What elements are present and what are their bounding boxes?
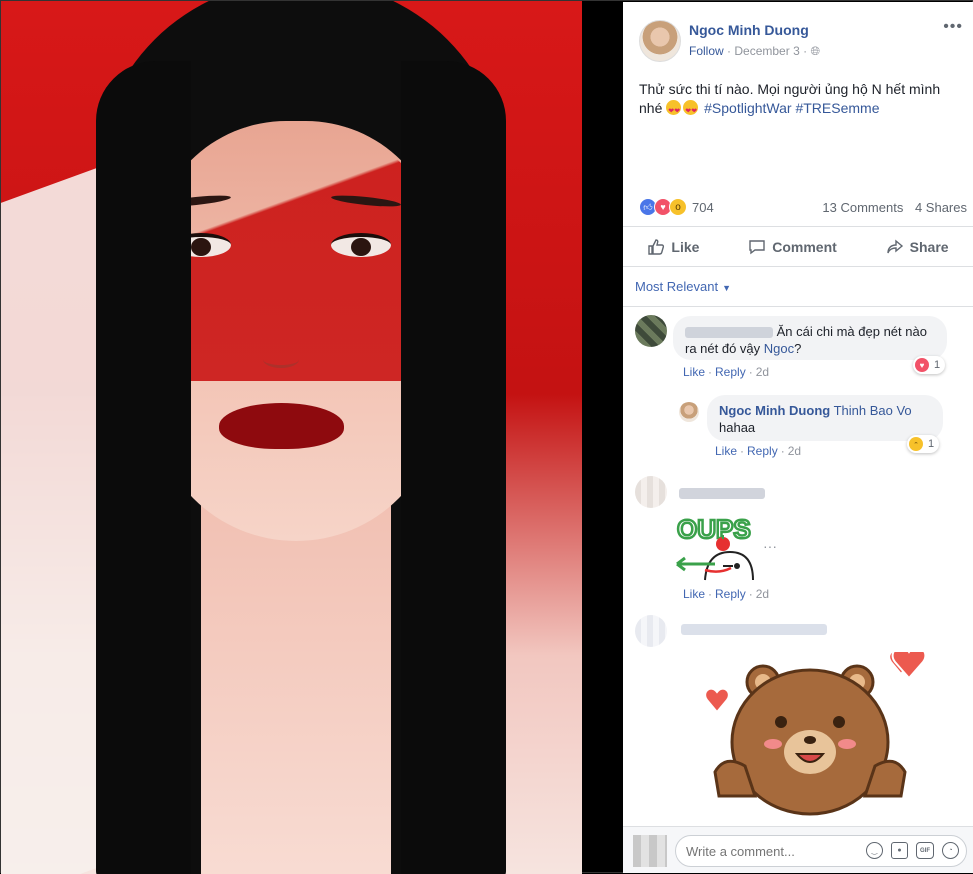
engagement-counts: 13 Comments 4 Shares bbox=[814, 200, 967, 215]
heart-eyes-emoji-icon bbox=[683, 100, 699, 121]
commenter-avatar[interactable] bbox=[635, 315, 667, 347]
hashtag-link[interactable]: #SpotlightWar bbox=[704, 100, 791, 116]
comment-actions: Like · Reply · 2d bbox=[683, 365, 770, 379]
comment-like-link[interactable]: Like bbox=[683, 365, 705, 379]
post-photo[interactable] bbox=[1, 1, 582, 874]
comment-bubble: Ăn cái chi mà đẹp nét nào ra nét đó vậy … bbox=[673, 316, 947, 360]
divider bbox=[623, 226, 973, 227]
reply-author-name[interactable]: Ngoc Minh Duong bbox=[719, 403, 830, 418]
comment-button[interactable]: Comment bbox=[748, 238, 837, 256]
caret-down-icon: ▼ bbox=[722, 283, 732, 293]
more-options-icon[interactable]: ••• bbox=[943, 18, 963, 36]
haha-reaction-icon: ᵔ bbox=[909, 437, 923, 451]
oups-sticker[interactable]: OUPS bbox=[675, 508, 755, 582]
current-user-avatar bbox=[633, 835, 667, 867]
mention-link[interactable]: Thinh Bao Vo bbox=[834, 403, 912, 418]
reaction-summary[interactable]: 👍︎ ♥ o 704 bbox=[639, 198, 714, 216]
post-text: Thử sức thi tí nào. Mọi người ủng hộ N h… bbox=[639, 80, 964, 121]
photo-nose bbox=[263, 351, 299, 368]
reply-reply-link[interactable]: Reply bbox=[747, 444, 778, 458]
commenter-avatar[interactable] bbox=[635, 476, 667, 508]
share-arrow-icon bbox=[886, 238, 904, 256]
gif-icon[interactable]: GIF bbox=[916, 842, 934, 859]
post-date[interactable]: December 3 bbox=[734, 44, 799, 58]
share-button[interactable]: Share bbox=[886, 238, 949, 256]
reply-author-avatar[interactable] bbox=[679, 402, 699, 422]
author-avatar[interactable] bbox=[639, 20, 681, 62]
heart-eyes-emoji-icon bbox=[666, 100, 682, 121]
emoji-icon[interactable]: ‿ bbox=[866, 842, 883, 859]
author-name[interactable]: Ngoc Minh Duong bbox=[689, 22, 809, 38]
love-reaction-icon: ♥ bbox=[915, 358, 929, 372]
blurred-commenter-name[interactable] bbox=[681, 624, 827, 635]
blurred-commenter-name[interactable] bbox=[685, 327, 773, 339]
hashtag-link[interactable]: #TRESemme bbox=[795, 100, 879, 116]
comment-reply-link[interactable]: Reply bbox=[715, 587, 746, 601]
photo-lips bbox=[219, 403, 344, 449]
composer-tools: ‿ ● GIF ◔ bbox=[866, 842, 959, 859]
globe-icon: 🌐︎ bbox=[810, 44, 821, 58]
action-bar: Like Comment Share bbox=[623, 228, 973, 266]
comment-sort-dropdown[interactable]: Most Relevant ▼ bbox=[635, 279, 731, 294]
comments-count[interactable]: 13 Comments bbox=[822, 200, 903, 215]
photo-hair-right bbox=[401, 61, 506, 874]
comment-time[interactable]: 2d bbox=[756, 587, 769, 601]
comment-composer: ‿ ● GIF ◔ bbox=[623, 826, 973, 873]
post-meta: Follow · December 3 · 🌐︎ bbox=[689, 44, 821, 58]
divider bbox=[623, 266, 973, 267]
mention-link[interactable]: Ngoc bbox=[764, 341, 794, 356]
svg-text:OUPS: OUPS bbox=[677, 514, 751, 544]
post-viewer: Ngoc Minh Duong Follow · December 3 · 🌐︎… bbox=[0, 0, 973, 874]
photo-hair-left bbox=[96, 61, 191, 874]
comment-actions: Like · Reply · 2d bbox=[683, 587, 770, 601]
reply-actions: Like · Reply · 2d bbox=[715, 444, 802, 458]
speech-bubble-icon bbox=[748, 238, 766, 256]
comment-reply-link[interactable]: Reply bbox=[715, 365, 746, 379]
reply-bubble: Ngoc Minh Duong Thinh Bao Vo hahaa bbox=[707, 395, 943, 441]
bear-sticker[interactable] bbox=[685, 646, 935, 827]
follow-link[interactable]: Follow bbox=[689, 44, 724, 58]
sticker-more-icon[interactable]: ··· bbox=[763, 538, 777, 554]
commenter-avatar[interactable] bbox=[635, 615, 667, 647]
comment-time[interactable]: 2d bbox=[756, 365, 769, 379]
reply-reaction-badge[interactable]: ᵔ 1 bbox=[907, 435, 940, 453]
divider bbox=[623, 306, 973, 307]
comment-reaction-badge[interactable]: ♥ 1 bbox=[913, 356, 946, 374]
blurred-commenter-name[interactable] bbox=[679, 488, 765, 499]
post-panel: Ngoc Minh Duong Follow · December 3 · 🌐︎… bbox=[623, 2, 973, 873]
reply-like-link[interactable]: Like bbox=[715, 444, 737, 458]
photo-eye bbox=[331, 233, 391, 257]
sticker-icon[interactable]: ◔ bbox=[942, 842, 959, 859]
shares-count[interactable]: 4 Shares bbox=[915, 200, 967, 215]
reaction-count: 704 bbox=[692, 199, 714, 215]
camera-icon[interactable]: ● bbox=[891, 842, 908, 859]
reply-time[interactable]: 2d bbox=[788, 444, 801, 458]
comment-like-link[interactable]: Like bbox=[683, 587, 705, 601]
like-button[interactable]: Like bbox=[647, 238, 699, 256]
thumbs-up-icon bbox=[647, 238, 665, 256]
wow-reaction-icon: o bbox=[669, 198, 687, 216]
